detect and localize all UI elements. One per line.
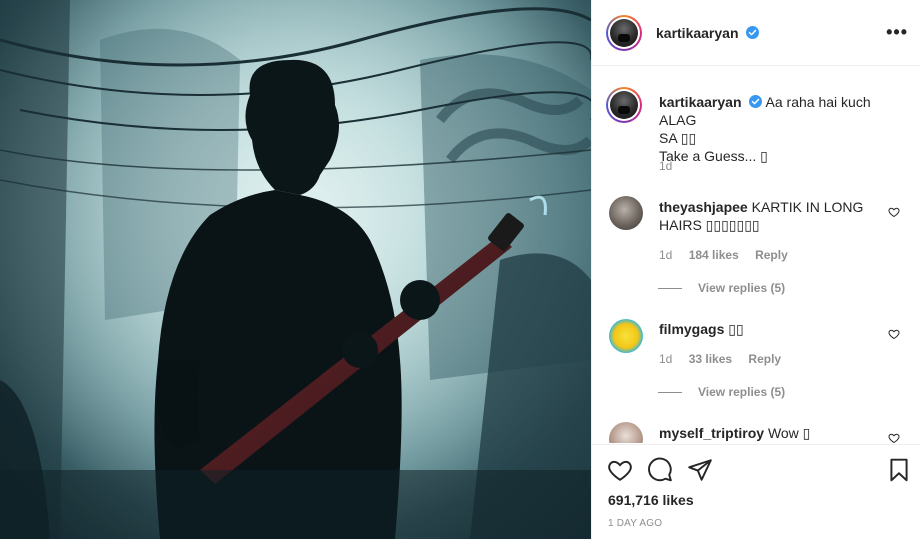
comment-line-1: ▯▯ [728, 321, 744, 337]
bookmark-icon[interactable] [886, 457, 912, 483]
comment-avatar[interactable] [609, 422, 643, 443]
comment-meta: 1d 33 likes Reply [659, 352, 794, 366]
heart-icon[interactable] [607, 457, 633, 483]
comment-likes[interactable]: 184 likes [689, 248, 739, 262]
post-timestamp[interactable]: 1 DAY AGO [608, 518, 662, 529]
comment-text: filmygags ▯▯ [659, 320, 889, 338]
comment-line-1: KARTIK IN LONG [751, 199, 864, 215]
author-avatar[interactable] [606, 14, 642, 51]
comment-line-1: Wow ▯ [767, 425, 811, 441]
caption-avatar[interactable] [606, 87, 642, 123]
reply-button[interactable]: Reply [748, 352, 781, 366]
heart-icon[interactable] [888, 432, 900, 443]
caption-text: kartikaaryan Aa raha hai kuch ALAG SA ▯▯… [659, 93, 909, 165]
comment-username[interactable]: myself_triptiroy [659, 425, 764, 441]
comment-text: myself_triptiroy Wow ▯ [659, 424, 889, 442]
heart-icon[interactable] [888, 328, 900, 340]
comment-icon[interactable] [647, 457, 673, 483]
comments-list[interactable]: kartikaaryan Aa raha hai kuch ALAG SA ▯▯… [592, 67, 920, 443]
comment-avatar[interactable] [609, 319, 643, 353]
comment-avatar[interactable] [609, 196, 643, 230]
comment-likes[interactable]: 33 likes [689, 352, 732, 366]
verified-badge-icon [749, 95, 763, 108]
post-header: kartikaaryan ••• [592, 0, 920, 66]
caption-age: 1d [659, 159, 673, 173]
post-image[interactable] [0, 0, 591, 539]
caption-username[interactable]: kartikaaryan [659, 94, 742, 110]
paper-plane-icon[interactable] [687, 457, 713, 483]
comment-age: 1d [659, 248, 673, 262]
post-image-artwork [0, 0, 591, 539]
comment-username[interactable]: theyashjapee [659, 199, 748, 215]
comment-username[interactable]: filmygags [659, 321, 724, 337]
reply-button[interactable]: Reply [755, 248, 788, 262]
heart-icon[interactable] [888, 206, 900, 218]
more-options-icon[interactable]: ••• [886, 22, 908, 43]
likes-count[interactable]: 691,716 likes [608, 492, 694, 508]
caption-line-2: SA ▯▯ [659, 130, 697, 146]
post-actions: 691,716 likes 1 DAY AGO [592, 444, 920, 539]
comment-text: theyashjapee KARTIK IN LONG HAIRS ▯▯▯▯▯▯… [659, 198, 889, 234]
comment-age: 1d [659, 352, 673, 366]
post-details-panel: kartikaaryan ••• kartikaaryan Aa raha ha… [591, 0, 920, 539]
comment-line-2: HAIRS ▯▯▯▯▯▯▯ [659, 217, 760, 233]
author-username[interactable]: kartikaaryan [656, 25, 760, 41]
author-username-text[interactable]: kartikaaryan [656, 25, 739, 41]
verified-badge-icon [746, 25, 760, 39]
view-replies-button[interactable]: View replies (5) [658, 385, 785, 399]
comment-meta: 1d 184 likes Reply [659, 248, 801, 262]
view-replies-button[interactable]: View replies (5) [658, 281, 785, 295]
